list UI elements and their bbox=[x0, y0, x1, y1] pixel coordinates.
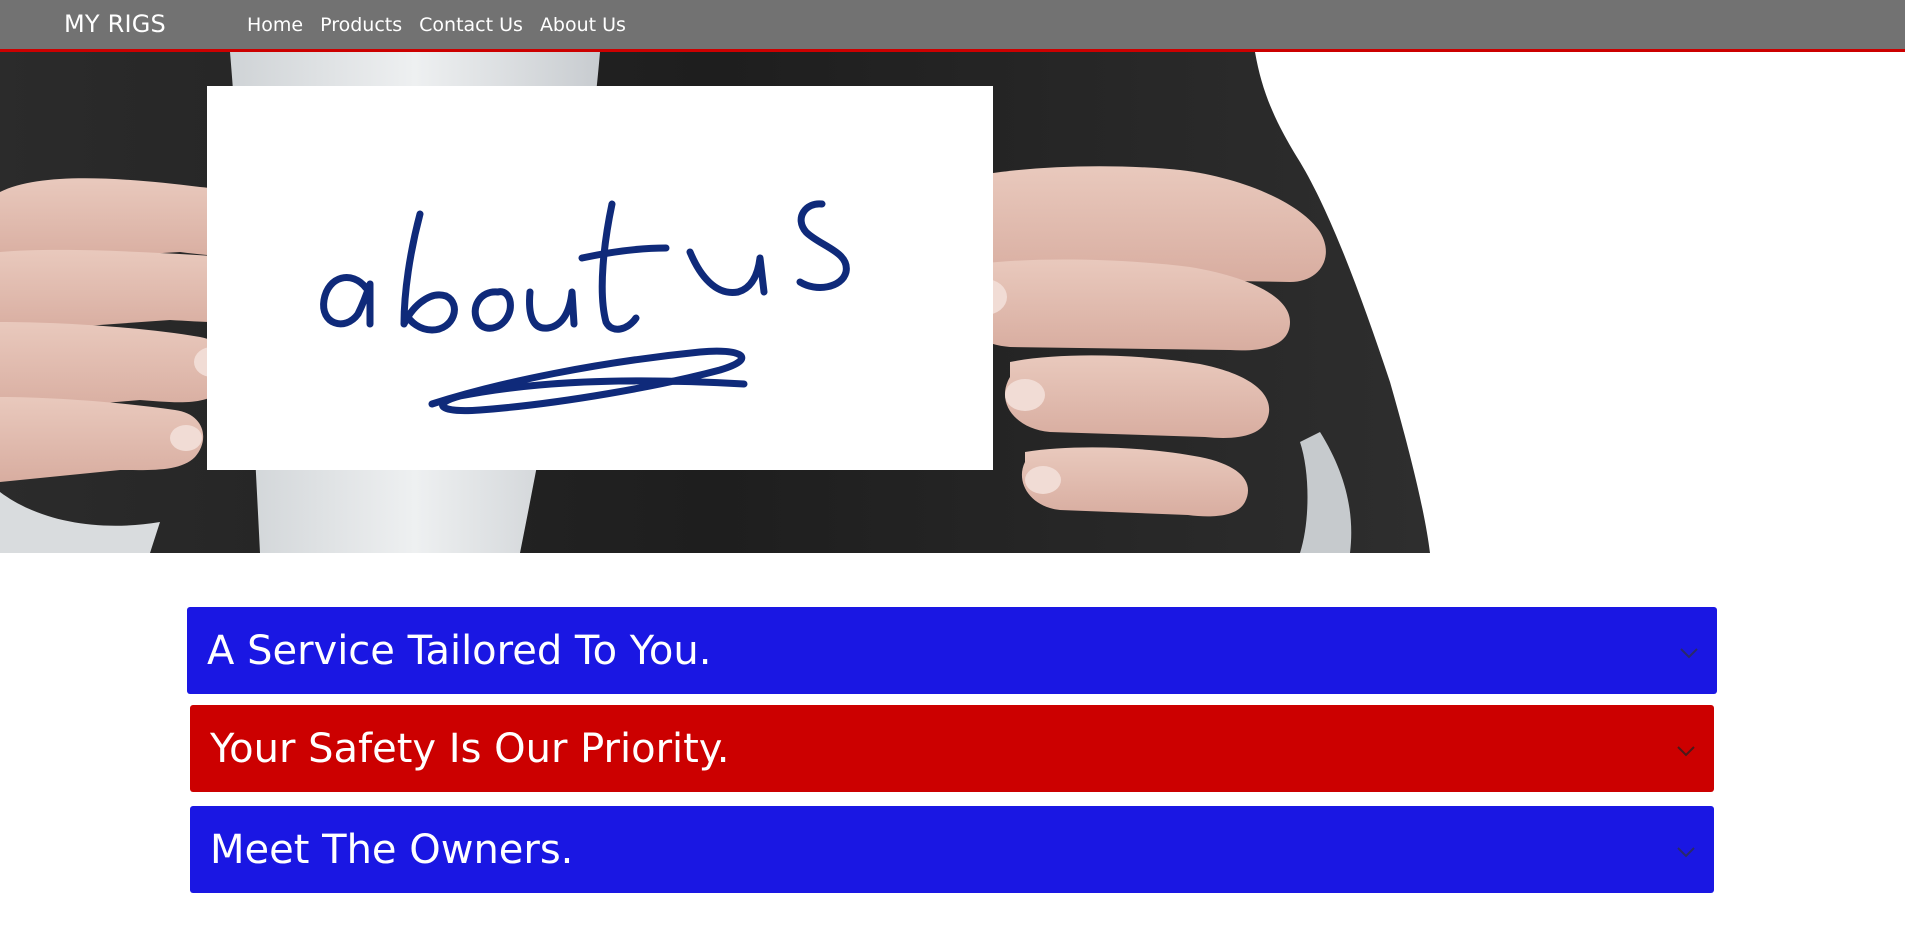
accordion-service-tailored[interactable]: A Service Tailored To You. bbox=[187, 607, 1717, 694]
chevron-down-icon bbox=[1677, 846, 1695, 857]
nav-link-about-us[interactable]: About Us bbox=[540, 14, 626, 36]
accordion-label-safety: Your Safety Is Our Priority. bbox=[210, 725, 730, 772]
accordion-label-owners: Meet The Owners. bbox=[210, 826, 574, 873]
accordion-meet-owners[interactable]: Meet The Owners. bbox=[190, 806, 1714, 893]
nav-link-home[interactable]: Home bbox=[247, 14, 303, 36]
accordion-safety-priority[interactable]: Your Safety Is Our Priority. bbox=[190, 705, 1714, 792]
top-navbar: MY RIGS Home Products Contact Us About U… bbox=[0, 0, 1905, 52]
accordion-label-service: A Service Tailored To You. bbox=[207, 627, 712, 674]
chevron-down-icon bbox=[1680, 647, 1698, 658]
about-us-card-illustration bbox=[0, 52, 1430, 553]
brand-logo-link[interactable]: MY RIGS bbox=[64, 10, 166, 38]
nav-links: Home Products Contact Us About Us bbox=[247, 14, 626, 36]
nav-link-products[interactable]: Products bbox=[320, 14, 402, 36]
hero-image bbox=[0, 52, 1905, 553]
chevron-down-icon bbox=[1677, 745, 1695, 756]
nav-link-contact-us[interactable]: Contact Us bbox=[419, 14, 523, 36]
